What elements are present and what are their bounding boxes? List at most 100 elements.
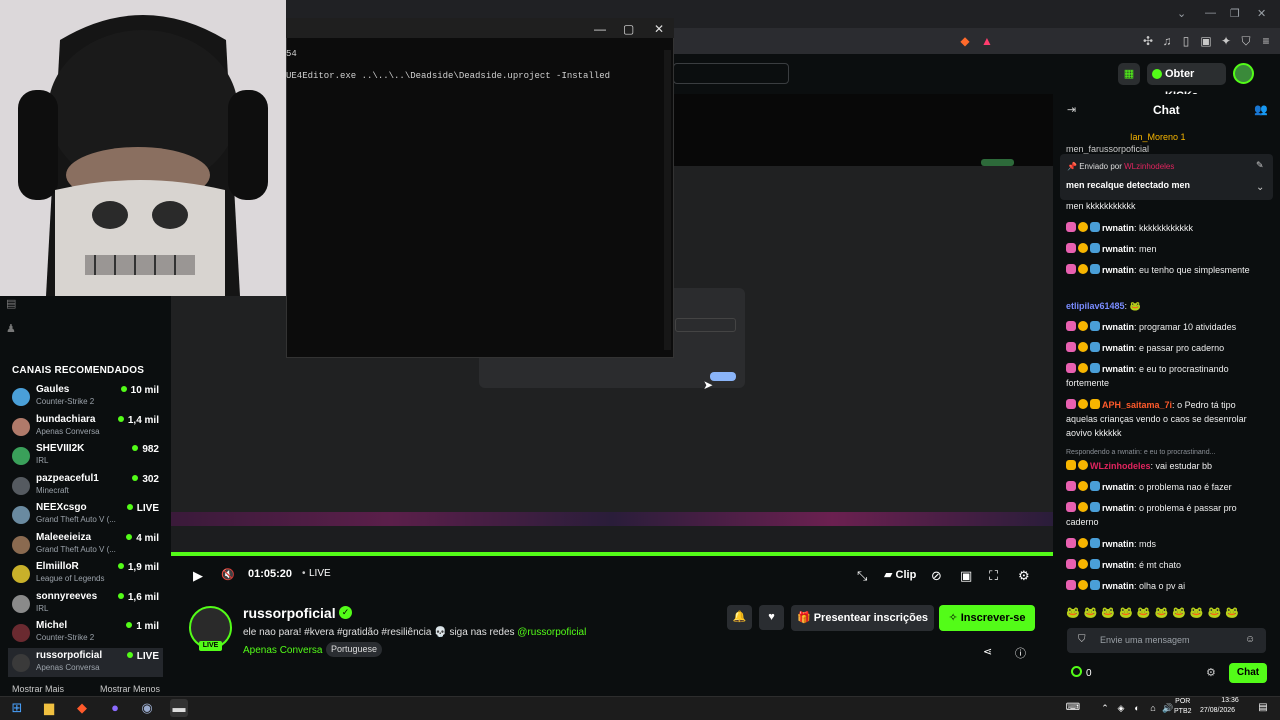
sidebar-channel-michel[interactable]: Michel Counter-Strike 2 1 mil [8, 618, 163, 647]
sidebar-channel-maleeeieiza[interactable]: Maleeeieiza Grand Theft Auto V (... 4 mil [8, 530, 163, 559]
sidebar-channel-sonnyreeves[interactable]: sonnyreeves IRL 1,6 mil [8, 589, 163, 618]
stream-title-mention[interactable]: @russorpoficial [517, 627, 586, 638]
no-chat-icon[interactable]: ⊘ [931, 568, 942, 584]
terminal-scrollbar[interactable] [664, 50, 671, 350]
clip-button[interactable]: ▰ Clip [884, 568, 916, 581]
sidebar-icon[interactable]: ▯ [1178, 33, 1194, 49]
brave-rewards-icon[interactable]: ▲ [979, 33, 995, 49]
kick-logo-icon[interactable]: ▦ [1118, 63, 1140, 85]
sidebar-channel-elmiillor[interactable]: ElmiilloR League of Legends 1,9 mil [8, 559, 163, 588]
clock-time[interactable]: 13:36 [1212, 697, 1248, 704]
clock-date[interactable]: 27/08/2026 [1200, 707, 1235, 714]
vpn-icon[interactable]: ⛉ [1238, 33, 1254, 49]
chat-message: rwnatin: é mt chato [1066, 558, 1266, 572]
music-icon[interactable]: ♫ [1159, 33, 1175, 49]
steam-icon[interactable]: ◉ [138, 699, 156, 717]
info-icon[interactable]: ⓘ [1015, 645, 1026, 661]
share-icon[interactable]: ⋖ [983, 645, 992, 658]
play-icon[interactable]: ▶ [193, 568, 203, 584]
chat-username[interactable]: rwnatin [1102, 244, 1134, 254]
pip-icon[interactable]: ▣ [960, 568, 972, 584]
chat-username[interactable]: WLzinhodeles [1090, 461, 1151, 471]
file-explorer-icon[interactable]: ▆ [40, 699, 58, 717]
stream-tag[interactable]: Portuguese [326, 642, 383, 657]
show-more-link[interactable]: Mostrar Mais [12, 684, 64, 694]
sidebar-channel-bundachiara[interactable]: bundachiara Apenas Conversa 1,4 mil [8, 412, 163, 441]
chat-send-button[interactable]: Chat [1229, 663, 1267, 683]
chat-username[interactable]: rwnatin [1102, 364, 1134, 374]
brave-browser-icon[interactable]: ◆ [73, 699, 91, 717]
pinned-sent-user[interactable]: WLzinhodeles [1124, 162, 1174, 171]
obter-kicks-button[interactable]: Obter KICKs [1147, 63, 1226, 102]
terminal-taskbar-icon[interactable]: ▬ [170, 699, 188, 717]
badge-icon [1090, 559, 1100, 569]
collapse-chat-icon[interactable]: ⇥ [1067, 103, 1076, 116]
mute-icon[interactable]: 🔇 [221, 568, 235, 581]
chat-users-icon[interactable]: 👥 [1254, 103, 1268, 116]
streamer-name[interactable]: russorpoficial [243, 605, 336, 621]
clip-label: Clip [895, 569, 917, 581]
minimize-icon[interactable]: — [1205, 7, 1216, 19]
chat-username[interactable]: rwnatin [1102, 539, 1134, 549]
menu-icon[interactable]: ≡ [1258, 33, 1274, 49]
chat-username[interactable]: rwnatin [1102, 343, 1134, 353]
chevron-down-icon[interactable]: ⌄ [1256, 182, 1264, 193]
chevron-down-icon[interactable]: ⌄ [1177, 7, 1186, 20]
chat-username[interactable]: rwnatin [1102, 503, 1134, 513]
sidebar-channel-gaules[interactable]: Gaules Counter-Strike 2 10 mil [8, 382, 163, 411]
wallet-icon[interactable]: ▣ [1198, 33, 1214, 49]
terminal-maximize-icon[interactable]: ▢ [623, 22, 634, 36]
subscribe-button[interactable]: ✧ Inscrever-se [939, 605, 1035, 631]
chat-settings-icon[interactable]: ⚙ [1206, 666, 1216, 679]
language-indicator[interactable]: POR PTB2 [1174, 697, 1192, 717]
notification-icon[interactable]: ▤ [1254, 699, 1272, 717]
chat-username[interactable]: rwnatin [1102, 560, 1134, 570]
emote-bar[interactable]: 🐸🐸🐸🐸🐸🐸🐸🐸🐸🐸 [1066, 606, 1266, 620]
terminal-close-icon[interactable]: ✕ [654, 22, 664, 36]
user-avatar[interactable] [1233, 63, 1254, 84]
keyboard-icon[interactable]: ⌨ [1064, 699, 1082, 717]
terminal-titlebar[interactable] [286, 18, 674, 38]
sidebar-channel-sheviii2k[interactable]: SHEVIII2K IRL 982 [8, 441, 163, 470]
sidebar-icon-1[interactable]: ▤ [6, 297, 22, 311]
sidebar-channel-russorpoficial[interactable]: russorpoficial Apenas Conversa LIVE [8, 647, 163, 677]
settings-gear-icon[interactable]: ⚙ [1018, 568, 1030, 584]
search-input[interactable] [673, 63, 789, 84]
chat-username[interactable]: rwnatin [1102, 265, 1134, 275]
clip-icon: ▰ [884, 569, 896, 581]
channel-name: pazpeaceful1 [36, 472, 99, 484]
theater-mode-icon[interactable]: ⤡ [857, 568, 867, 584]
gift-subs-button[interactable]: 🎁 Presentear inscrições [791, 605, 934, 631]
chat-rules-icon[interactable]: ⛉ [1078, 634, 1086, 645]
leo-ai-icon[interactable]: ✦ [1218, 33, 1234, 49]
chat-username[interactable]: APH_saitama_7i [1102, 400, 1172, 410]
stream-category[interactable]: Apenas Conversa [243, 645, 323, 656]
chat-username[interactable]: rwnatin [1102, 223, 1134, 233]
unpin-icon[interactable]: ✎ [1256, 160, 1264, 171]
brave-shield-icon[interactable]: ◆ [957, 33, 973, 49]
chat-username[interactable]: rwnatin [1102, 322, 1134, 332]
show-less-link[interactable]: Mostrar Menos [100, 684, 160, 694]
windows-start-icon[interactable]: ⊞ [8, 699, 26, 717]
chat-username[interactable]: etlipilav61485 [1066, 301, 1125, 311]
chat-first-line: men kkkkkkkkkkk [1066, 201, 1136, 211]
chat-username[interactable]: rwnatin [1102, 482, 1134, 492]
chat-username[interactable]: rwnatin [1102, 581, 1134, 591]
emoji-icon[interactable]: ☺ [1245, 634, 1255, 645]
badge-icon [1090, 243, 1100, 253]
notification-bell-button[interactable]: 🔔 [727, 605, 752, 630]
chat-message: rwnatin: kkkkkkkkkkkk [1066, 221, 1266, 235]
channel-avatar [12, 447, 30, 465]
fullscreen-icon[interactable]: ⛶ [989, 568, 998, 584]
terminal-window[interactable] [286, 18, 674, 358]
terminal-minimize-icon[interactable]: — [594, 22, 606, 36]
follow-heart-button[interactable]: ♥ [759, 605, 784, 630]
extensions-icon[interactable]: ✣ [1140, 33, 1156, 49]
close-icon[interactable]: ✕ [1257, 7, 1266, 20]
sidebar-channel-pazpeaceful1[interactable]: pazpeaceful1 Minecraft 302 [8, 471, 163, 500]
shared-screen-taskbar [171, 512, 1053, 526]
sidebar-channel-neexcsgo[interactable]: NEEXcsgo Grand Theft Auto V (... LIVE [8, 500, 163, 529]
restore-icon[interactable]: ❐ [1230, 7, 1240, 20]
discord-icon[interactable]: ● [106, 699, 124, 717]
sidebar-icon-2[interactable]: ♟ [6, 322, 22, 336]
